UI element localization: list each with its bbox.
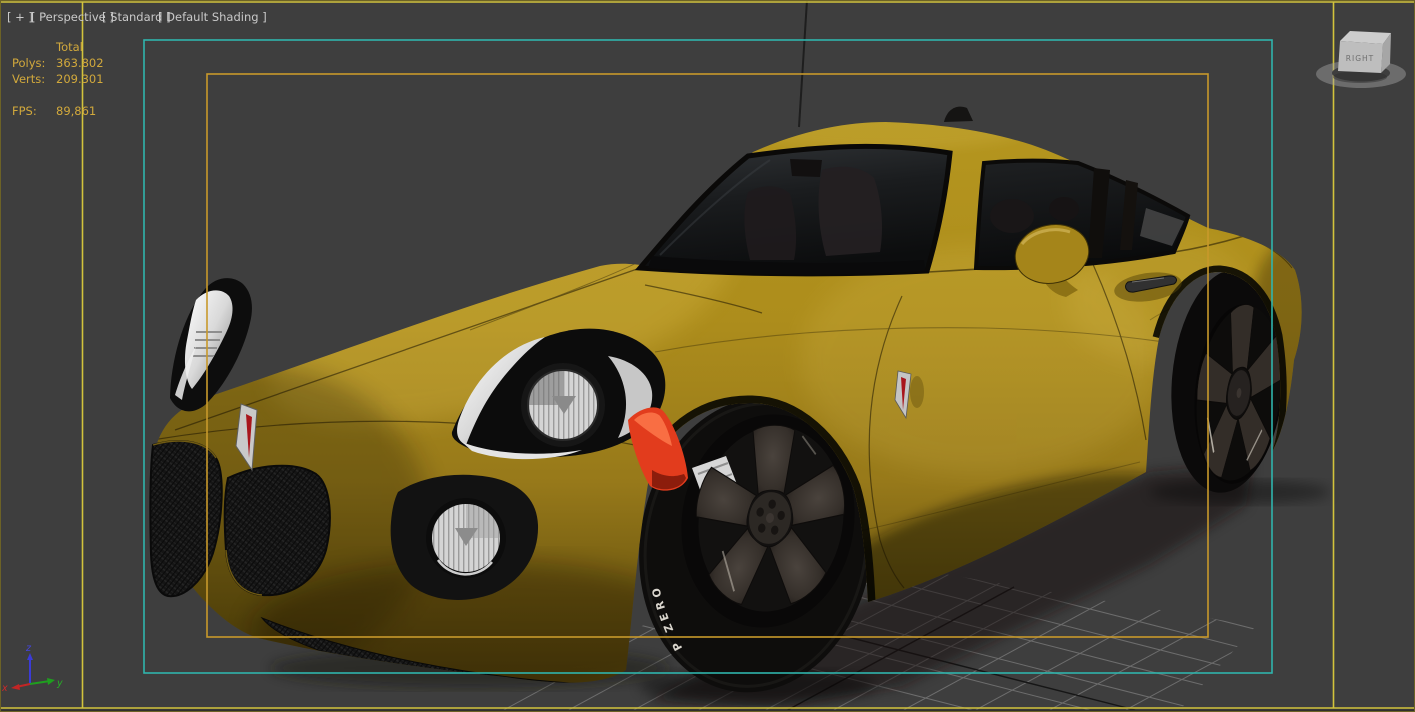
stats-total-header: Total	[55, 40, 83, 54]
viewport-label: [ + ] [ Perspective ] [ Standard ] [ Def…	[7, 10, 267, 24]
stats-fps-label: FPS:	[12, 104, 37, 118]
axis-y-label: y	[56, 678, 63, 689]
axis-x-label: x	[1, 683, 8, 694]
stats-verts-label: Verts:	[12, 72, 45, 86]
stats-fps-value: 89,861	[56, 104, 96, 118]
viewport[interactable]: P ZERO 255/45 R 20	[0, 0, 1415, 712]
stats-verts-value: 209.301	[56, 72, 104, 86]
stats-polys-label: Polys:	[12, 56, 45, 70]
viewcube-face-label[interactable]: RIGHT	[1346, 54, 1374, 63]
viewport-canvas[interactable]: P ZERO 255/45 R 20	[0, 0, 1415, 712]
axis-z-label: z	[25, 643, 32, 654]
stats-polys-value: 363.802	[56, 56, 104, 70]
viewport-menu-general[interactable]: [ + ]	[7, 10, 33, 24]
rearview-mirror	[790, 159, 822, 177]
viewport-menu-shading[interactable]: [ Default Shading ]	[158, 10, 267, 24]
